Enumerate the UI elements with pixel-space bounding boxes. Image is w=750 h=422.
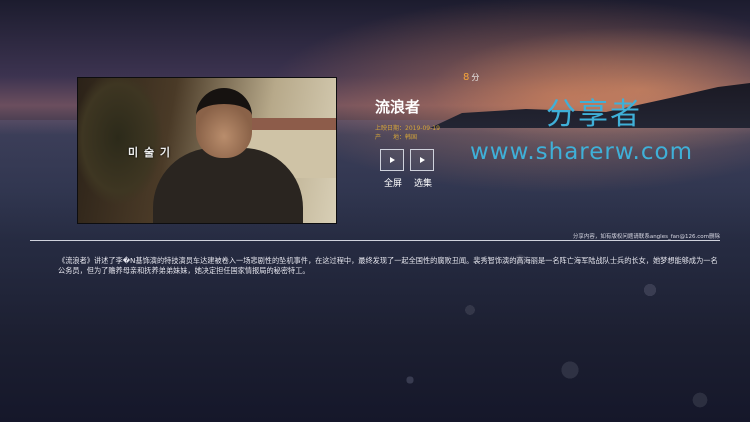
release-date-row: 上映日期：2019-09-19 [375,123,440,132]
rating-unit: 分 [471,73,480,82]
movie-poster: 미 술 기 [77,77,337,224]
divider [30,240,720,241]
region-label: 产 地： [375,134,406,141]
poster-caption: 미 술 기 [128,146,172,159]
fullscreen-label[interactable]: 全屏 [384,176,402,189]
copyright-notice: 分享内容，如有版权问题请联系angles_fan@126.com删除 [572,234,720,240]
release-date-value: 2019-09-19 [405,125,440,132]
rating-value: 8 [463,72,470,83]
fullscreen-play-button[interactable] [380,149,404,171]
play-icon [419,157,425,163]
watermark-url: www.sharerw.com [470,139,693,165]
play-icon [389,157,395,163]
episodes-play-button[interactable] [410,149,434,171]
release-date-label: 上映日期： [375,125,406,132]
movie-title: 流浪者 [375,98,421,116]
poster-person-head [196,88,252,158]
region-value: 韩国 [405,134,418,141]
movie-description: 《流浪者》讲述了李�N基饰演的特技演员车达建被卷入一场悲剧性的坠机事件，在这过程… [58,256,718,275]
region-row: 产 地：韩国 [375,132,417,141]
watermark-cn: 分享者 [546,97,642,132]
rating-score: 8分 [463,72,479,83]
episodes-label[interactable]: 选集 [414,176,432,189]
